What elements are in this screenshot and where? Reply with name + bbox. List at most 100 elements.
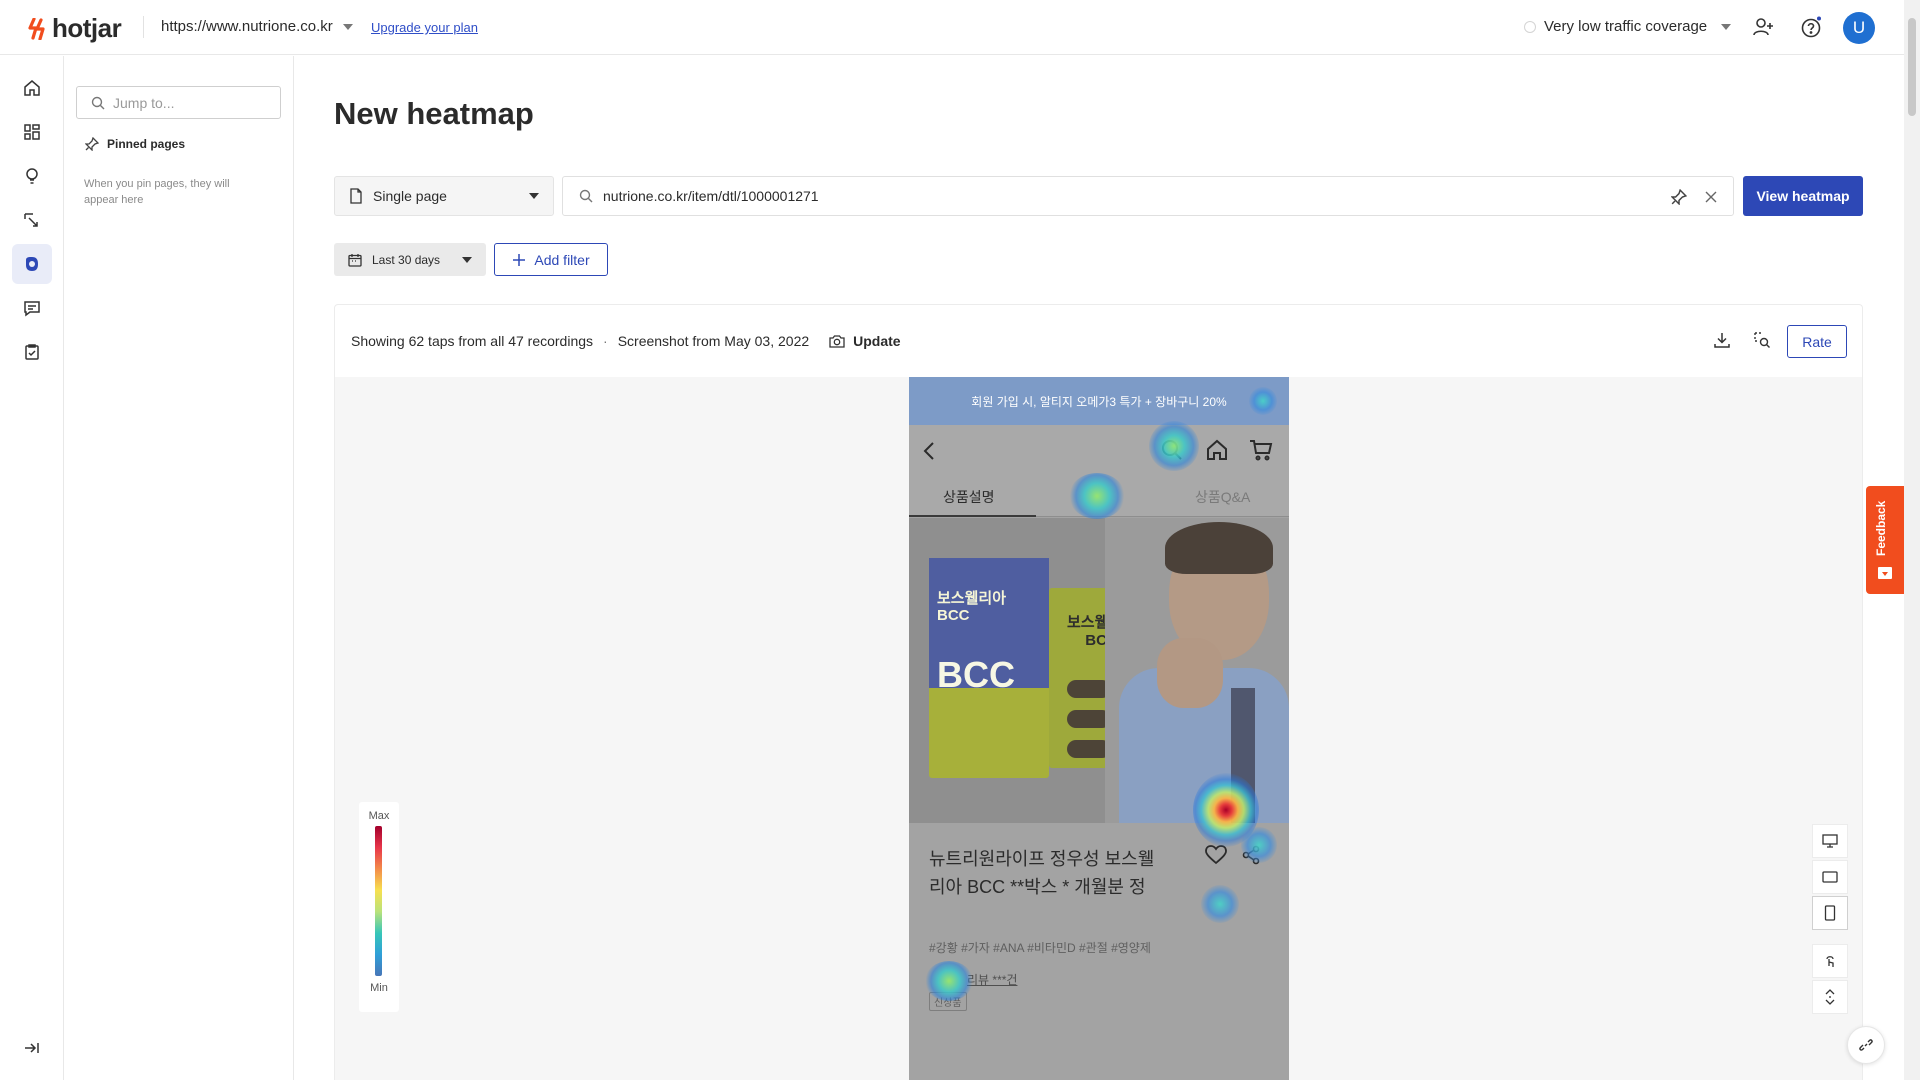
heatmap-canvas: Max Min 회원 가입 시, 알티지 오메가3 특가 + 장바구니 20% … [335, 377, 1862, 1080]
legend-max-label: Max [368, 810, 390, 822]
chevron-down-icon [529, 193, 539, 199]
tap-icon [1826, 956, 1834, 967]
page-type-select[interactable]: Single page [334, 176, 554, 216]
taps-summary: Showing 62 taps from all 47 recordings [351, 333, 594, 349]
back-arrow-icon [923, 442, 934, 460]
view-heatmap-button[interactable]: View heatmap [1743, 176, 1863, 216]
tab-description: 상품설명 [943, 489, 995, 505]
nav-surveys[interactable] [12, 332, 52, 372]
nav-recordings[interactable] [12, 200, 52, 240]
page-scrollbar[interactable] [1904, 0, 1920, 1080]
jump-to-input[interactable] [113, 94, 263, 111]
heart-icon [1205, 845, 1227, 865]
logo-text: hotjar [52, 13, 122, 43]
pinned-pages-header: Pinned pages [85, 137, 185, 151]
hotjar-logo[interactable]: hotjar [28, 13, 122, 44]
desktop-view-button[interactable] [1812, 824, 1848, 858]
collapse-sidebar-button[interactable] [12, 1028, 52, 1068]
clear-url-icon[interactable] [1703, 189, 1719, 205]
dashboard-icon [24, 124, 40, 140]
mobile-view-button[interactable] [1812, 896, 1848, 930]
pin-page-icon[interactable] [1671, 189, 1687, 205]
scroll-map-button[interactable] [1812, 980, 1848, 1014]
traffic-label: Very low traffic coverage [1544, 18, 1708, 35]
feedback-label: Feedback [1874, 500, 1888, 556]
home-icon [1207, 439, 1227, 460]
left-nav-rail [0, 56, 64, 1080]
nav-dashboards[interactable] [12, 112, 52, 152]
add-filter-button[interactable]: Add filter [494, 243, 608, 276]
box-bcc-label: BCC [937, 654, 1015, 695]
scrollbar-thumb[interactable] [1908, 18, 1916, 116]
page-title: New heatmap [334, 96, 534, 131]
plus-icon [513, 253, 526, 266]
product-image: 보스웰리아 BCC BCC 보스웰리아 BCC [909, 518, 1289, 823]
hotjar-flame-icon [28, 17, 45, 40]
traffic-coverage-selector[interactable]: Very low traffic coverage [1524, 18, 1732, 35]
mobile-nav-bar [909, 425, 1289, 475]
tab-qna: 상품Q&A [1195, 489, 1251, 505]
feedback-smile-icon [1878, 567, 1892, 579]
download-icon[interactable] [1713, 331, 1731, 349]
page-icon [350, 188, 362, 204]
element-search-icon[interactable] [1753, 331, 1771, 349]
product-box-front: 보스웰리아 BCC BCC [929, 558, 1049, 778]
user-avatar[interactable]: U [1843, 12, 1875, 44]
date-range-value: Last 30 days [372, 252, 441, 267]
chevron-down-icon [462, 256, 472, 263]
pin-icon [85, 137, 99, 151]
calendar-icon [348, 253, 362, 267]
nav-home[interactable] [12, 68, 52, 108]
product-info: 뉴트리원라이프 정우성 보스웰리아 BCC **박스 * 개월분 정 #강황 #… [909, 823, 1289, 1080]
product-tabs: 상품설명 상품Q&A [909, 475, 1289, 517]
page-type-value: Single page [373, 188, 447, 204]
separator-dot: · [603, 333, 608, 349]
cart-icon [1250, 440, 1273, 461]
new-product-badge: 신상품 [929, 992, 967, 1011]
legend-min-label: Min [370, 982, 388, 994]
recordings-icon [24, 213, 38, 227]
page-screenshot: 회원 가입 시, 알티지 오메가3 특가 + 장바구니 20% 상품설명 상품Q… [909, 377, 1289, 1080]
product-tags: #강황 #가자 #ANA #비타민D #관절 #영양제 [929, 941, 1151, 955]
heatmap-summary-bar: Showing 62 taps from all 47 recordings ·… [335, 305, 1862, 377]
share-icon [1242, 845, 1260, 865]
search-icon [91, 96, 105, 109]
upgrade-plan-link[interactable]: Upgrade your plan [371, 20, 478, 35]
jump-to-field[interactable] [76, 86, 281, 119]
promo-banner: 회원 가입 시, 알티지 오메가3 특가 + 장바구니 20% [909, 377, 1289, 425]
nav-heatmaps[interactable] [12, 244, 52, 284]
page-url-input[interactable] [603, 188, 1603, 204]
top-bar: hotjar https://www.nutrione.co.kr Upgrad… [0, 0, 1904, 55]
surveys-icon [25, 344, 39, 360]
divider [143, 16, 144, 38]
update-label: Update [853, 333, 901, 349]
nav-feedback[interactable] [12, 288, 52, 328]
model-photo [1105, 518, 1289, 823]
pinned-pages-empty-text: When you pin pages, they will appear her… [84, 178, 230, 206]
home-icon [24, 80, 40, 96]
collapse-sidebar-icon [25, 1043, 39, 1053]
chevron-down-icon [342, 23, 353, 30]
site-selector[interactable]: https://www.nutrione.co.kr [161, 18, 353, 35]
nav-insights[interactable] [12, 156, 52, 196]
chevron-down-icon [1721, 23, 1732, 30]
screenshot-date: Screenshot from May 03, 2022 [617, 333, 810, 349]
tablet-view-button[interactable] [1812, 860, 1848, 894]
help-icon[interactable] [1799, 15, 1823, 39]
copy-link-button[interactable] [1847, 1026, 1885, 1064]
review-count: 리뷰 ***건 [967, 973, 1018, 987]
traffic-status-icon [1524, 20, 1536, 33]
link-icon [1859, 1039, 1873, 1051]
update-screenshot-button[interactable]: Update [829, 333, 901, 349]
rate-button[interactable]: Rate [1787, 325, 1847, 358]
search-icon [1162, 440, 1182, 460]
date-range-select[interactable]: Last 30 days [334, 243, 486, 276]
page-url-field[interactable] [562, 176, 1734, 216]
click-type-button[interactable] [1812, 944, 1848, 978]
feedback-tab[interactable]: Feedback [1866, 486, 1904, 594]
feedback-icon [24, 301, 40, 317]
desktop-icon [1822, 834, 1838, 848]
invite-user-icon[interactable] [1751, 15, 1775, 39]
pinned-pages-title: Pinned pages [107, 137, 186, 151]
tablet-icon [1822, 871, 1838, 883]
